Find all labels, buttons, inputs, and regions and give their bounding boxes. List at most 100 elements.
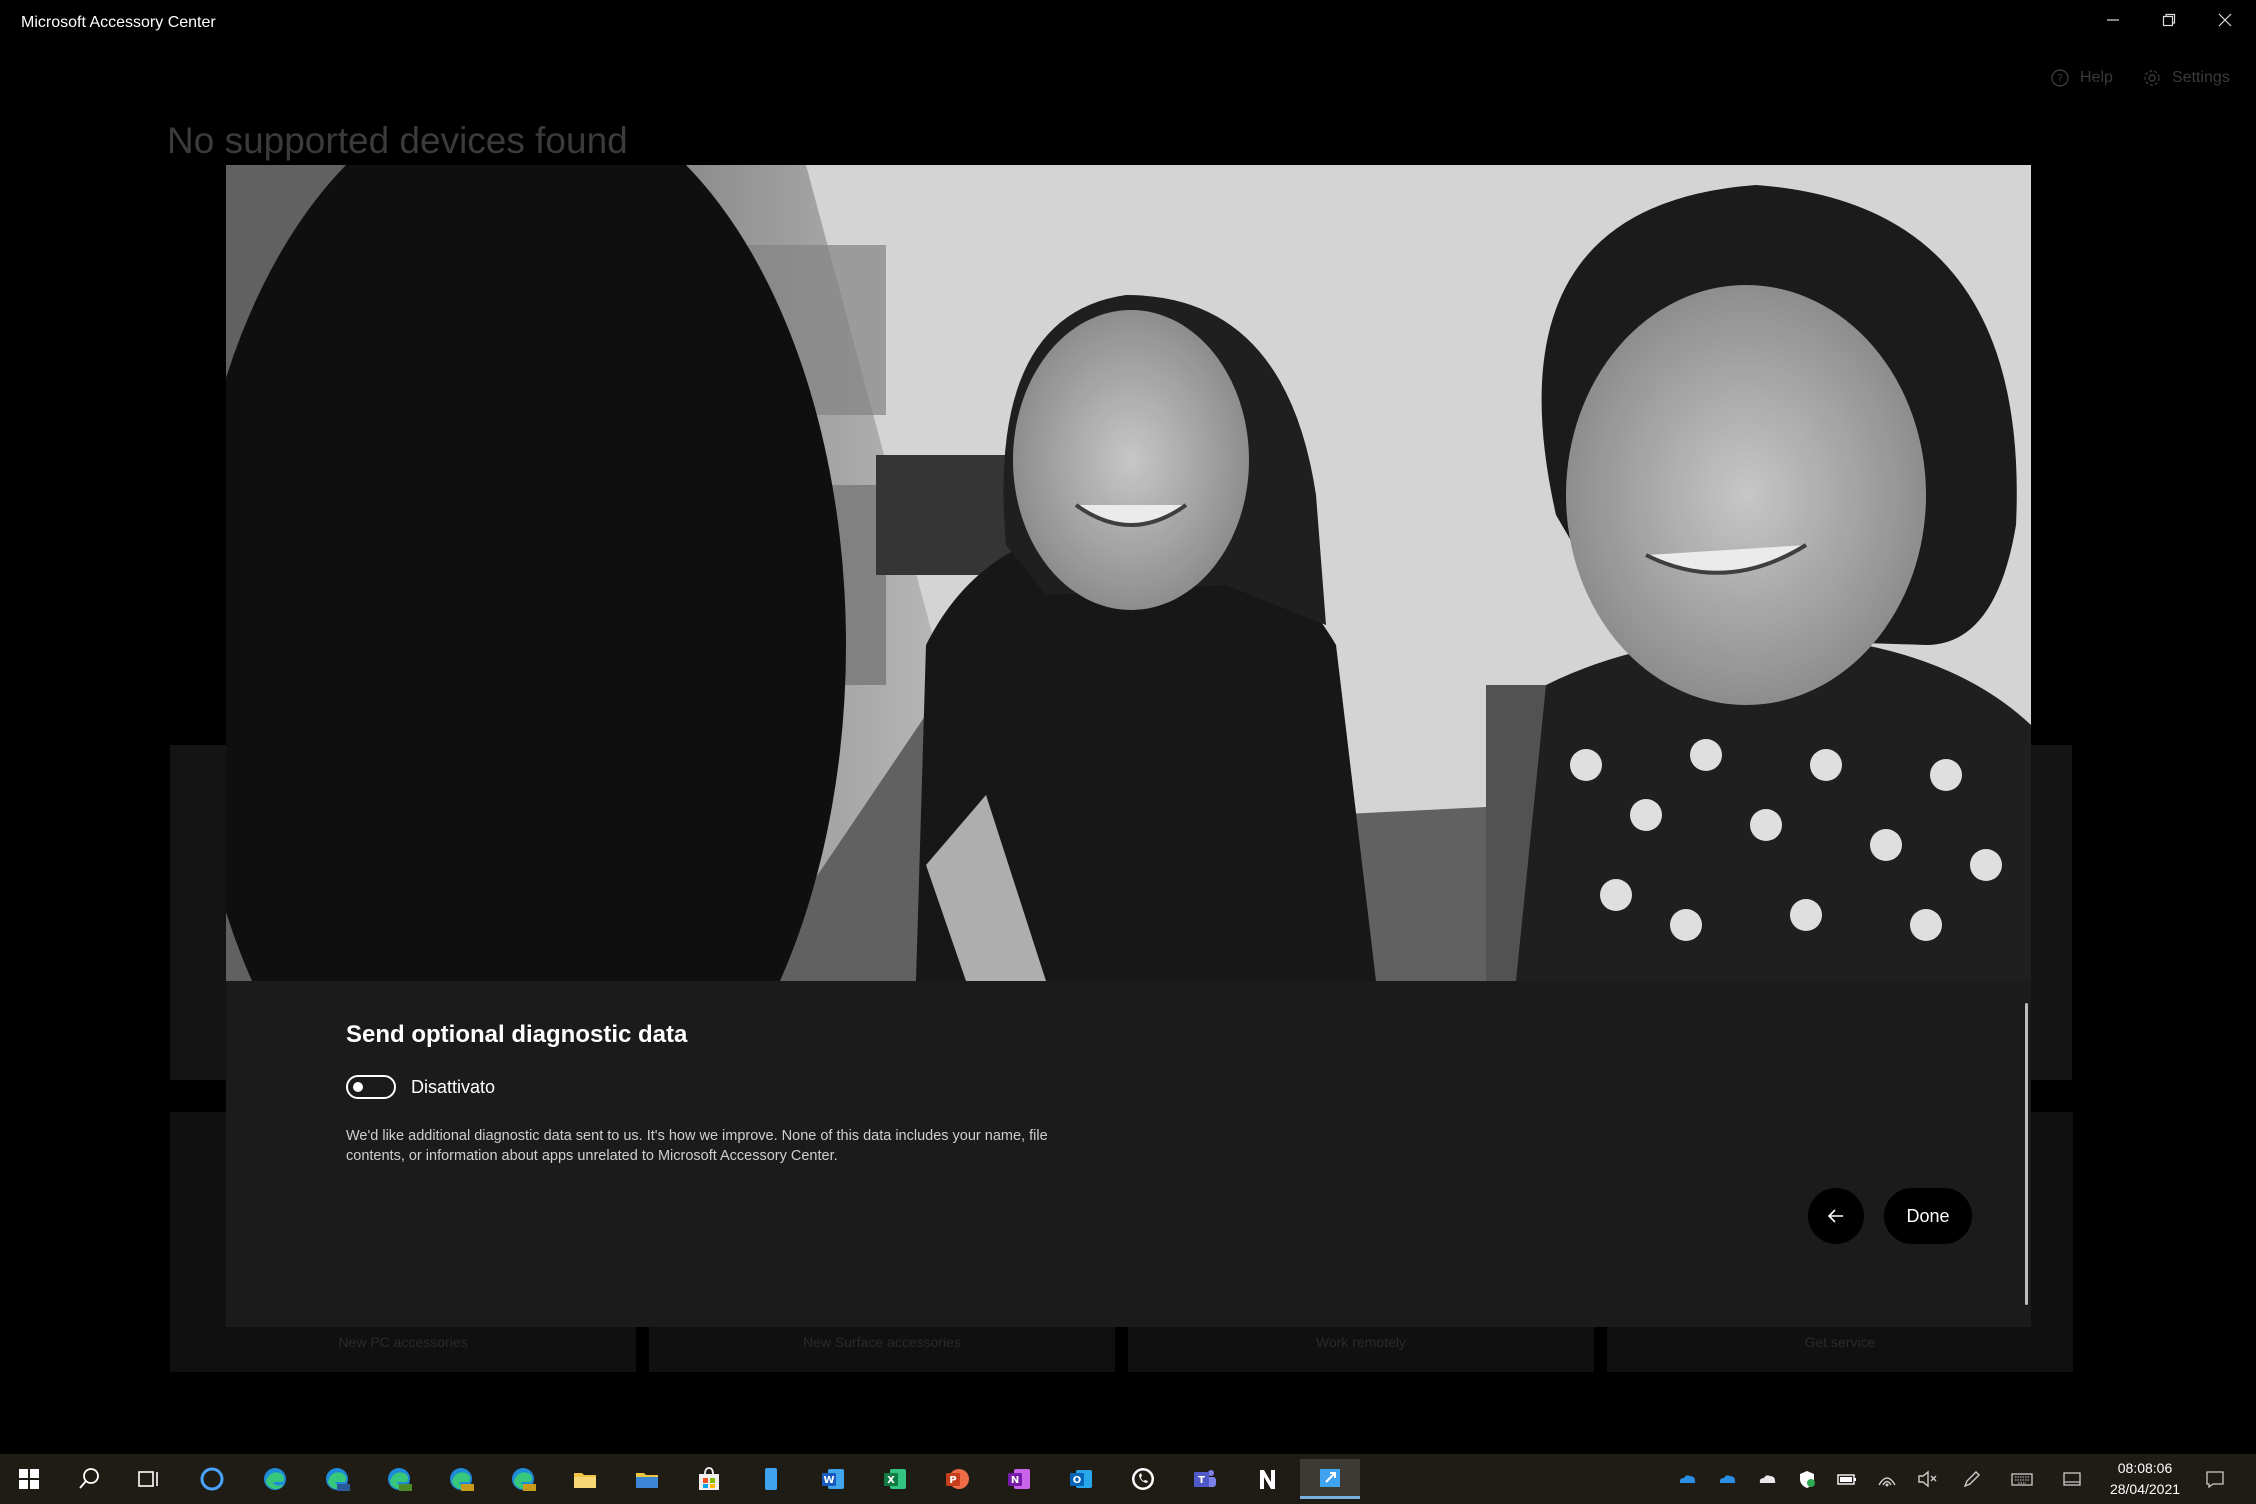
accessory-center-icon <box>1320 1468 1340 1487</box>
wifi-icon <box>1878 1477 1896 1487</box>
clock-date: 28/04/2021 <box>2109 1481 2181 1497</box>
minimize-button[interactable] <box>2085 0 2141 40</box>
svg-text:P: P <box>949 1475 956 1486</box>
store-icon <box>699 1467 719 1490</box>
taskbar-excel[interactable]: X <box>866 1459 924 1499</box>
dialog-title: Send optional diagnostic data <box>346 1021 688 1048</box>
cortana-button[interactable] <box>183 1459 241 1499</box>
taskbar-edge-canary-2[interactable] <box>494 1459 552 1499</box>
windows-logo-icon <box>19 1469 39 1489</box>
tray-wifi[interactable] <box>1872 1464 1902 1494</box>
dialog-scrollbar[interactable] <box>2025 1003 2028 1305</box>
restore-button[interactable] <box>2141 0 2197 40</box>
powerpoint-icon: P <box>946 1469 969 1489</box>
settings-link[interactable]: Settings <box>2142 64 2230 92</box>
minimize-icon <box>2107 19 2119 21</box>
gear-icon <box>2144 70 2160 86</box>
onenote-icon: N <box>1008 1469 1030 1489</box>
notion-icon <box>1260 1470 1275 1489</box>
notification-icon <box>2206 1471 2224 1489</box>
edge-dev-icon <box>388 1468 412 1491</box>
tray-onedrive-2[interactable] <box>1712 1464 1742 1494</box>
svg-text:T: T <box>1198 1475 1205 1486</box>
onedrive-icon <box>1719 1475 1736 1483</box>
taskbar-notion[interactable] <box>1238 1459 1296 1499</box>
battery-icon <box>1837 1474 1856 1485</box>
tray-onedrive-1[interactable] <box>1672 1464 1702 1494</box>
taskbar-store[interactable] <box>680 1459 738 1499</box>
taskbar-powerpoint[interactable]: P <box>928 1459 986 1499</box>
hero-photo <box>226 165 2031 981</box>
help-icon: ? <box>2051 69 2069 87</box>
taskbar-edge-beta[interactable] <box>308 1459 366 1499</box>
taskbar-clock[interactable]: 08:08:06 28/04/2021 <box>2080 1458 2210 1500</box>
tray-keyboard[interactable] <box>2007 1464 2037 1494</box>
taskbar-file-explorer-2[interactable] <box>618 1459 676 1499</box>
folder-icon <box>574 1473 596 1488</box>
onedrive-icon <box>1759 1475 1776 1483</box>
whatsapp-icon <box>1132 1468 1154 1490</box>
settings-label: Settings <box>2172 69 2230 86</box>
dialog-body: Send optional diagnostic data Disattivat… <box>226 981 2031 1327</box>
close-button[interactable] <box>2197 0 2253 40</box>
teams-icon: T <box>1194 1470 1216 1487</box>
folder-icon <box>636 1473 658 1488</box>
tray-volume[interactable] <box>1912 1464 1942 1494</box>
outlook-icon: O <box>1070 1470 1092 1488</box>
task-view-button[interactable] <box>120 1459 178 1499</box>
onedrive-icon <box>1679 1475 1696 1483</box>
diagnostic-data-toggle[interactable] <box>346 1075 396 1099</box>
arrow-left-icon <box>1827 1209 1843 1223</box>
back-button[interactable] <box>1808 1188 1864 1244</box>
svg-text:W: W <box>823 1475 834 1486</box>
start-button[interactable] <box>0 1459 58 1499</box>
tray-battery[interactable] <box>1832 1464 1862 1494</box>
edge-canary-icon <box>512 1468 536 1491</box>
word-icon: W <box>822 1469 844 1489</box>
taskbar-teams[interactable]: T <box>1176 1459 1234 1499</box>
clock-time: 08:08:06 <box>2117 1460 2173 1476</box>
taskbar: W X P N O T 08:08:06 28/04/2021 <box>0 1454 2256 1504</box>
svg-text:?: ? <box>2057 72 2063 85</box>
close-icon <box>2218 13 2232 27</box>
help-label: Help <box>2080 69 2113 86</box>
taskbar-app-blue[interactable] <box>742 1459 800 1499</box>
taskbar-outlook[interactable]: O <box>1052 1459 1110 1499</box>
edge-icon <box>264 1468 286 1490</box>
volume-muted-icon <box>1918 1470 1937 1488</box>
taskbar-edge-dev[interactable] <box>370 1459 428 1499</box>
app-title: Microsoft Accessory Center <box>21 14 216 31</box>
taskbar-edge[interactable] <box>246 1459 304 1499</box>
taskbar-accessory-center[interactable] <box>1300 1459 1360 1499</box>
taskbar-edge-canary[interactable] <box>432 1459 490 1499</box>
done-button[interactable]: Done <box>1884 1188 1972 1244</box>
pen-icon <box>1963 1471 1980 1488</box>
taskbar-whatsapp[interactable] <box>1114 1459 1172 1499</box>
toggle-knob <box>353 1082 363 1092</box>
app-window: Microsoft Accessory Center ? Help Settin… <box>0 0 2256 1454</box>
tray-onedrive-3[interactable] <box>1752 1464 1782 1494</box>
task-view-icon <box>138 1471 158 1487</box>
hero-photo-illustration <box>226 165 2031 981</box>
help-link[interactable]: ? Help <box>2050 64 2113 92</box>
svg-text:N: N <box>1011 1475 1019 1486</box>
tray-pen[interactable] <box>1957 1464 1987 1494</box>
svg-text:X: X <box>887 1475 895 1486</box>
taskbar-file-explorer[interactable] <box>556 1459 614 1499</box>
taskbar-onenote[interactable]: N <box>990 1459 1048 1499</box>
security-icon <box>1800 1471 1815 1488</box>
app-icon <box>765 1468 777 1490</box>
diagnostic-data-dialog: Send optional diagnostic data Disattivat… <box>226 165 2031 1327</box>
dialog-description: We'd like additional diagnostic data sen… <box>346 1128 1048 1164</box>
excel-icon: X <box>884 1469 906 1489</box>
search-icon <box>79 1468 99 1489</box>
svg-text:O: O <box>1073 1475 1082 1486</box>
edge-canary-icon <box>450 1468 474 1491</box>
tray-notifications[interactable] <box>2200 1464 2230 1494</box>
edge-beta-icon <box>326 1468 350 1491</box>
taskbar-word[interactable]: W <box>804 1459 862 1499</box>
search-button[interactable] <box>60 1459 118 1499</box>
title-bar[interactable]: Microsoft Accessory Center <box>0 0 2256 46</box>
tray-security[interactable] <box>1792 1464 1822 1494</box>
page-title: No supported devices found <box>167 120 628 161</box>
